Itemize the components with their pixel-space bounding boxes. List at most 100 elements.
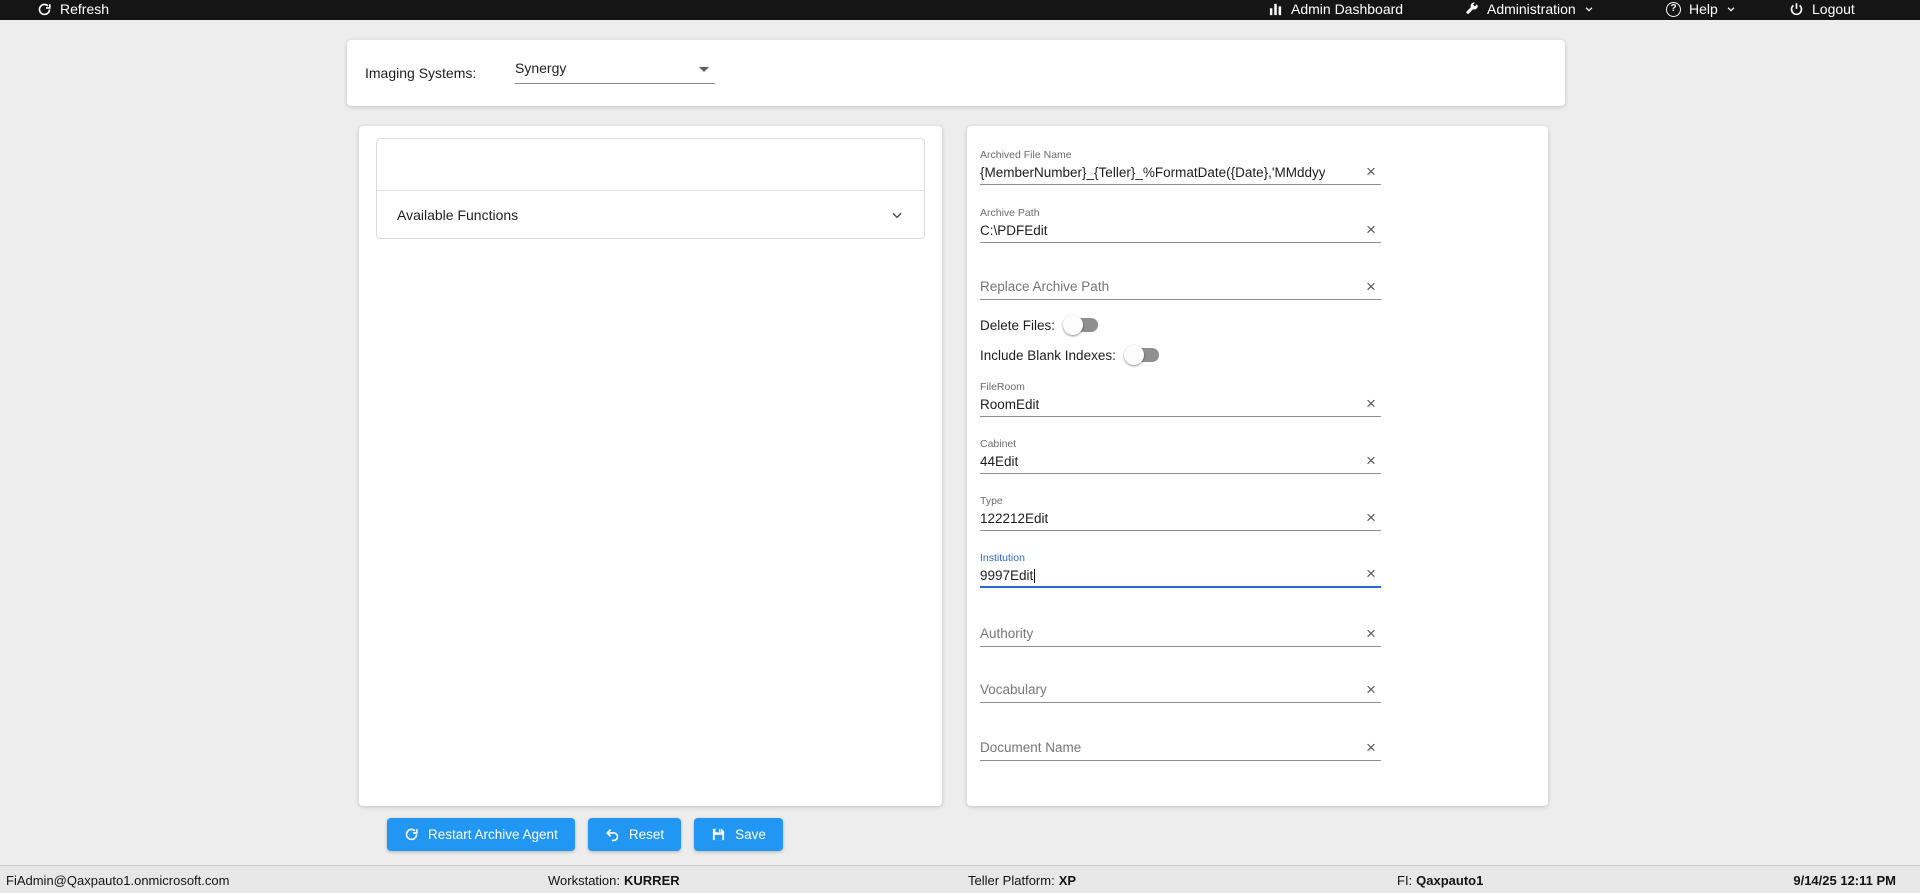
datetime-status: 9/14/25 12:11 PM (1793, 873, 1896, 888)
clear-button[interactable]: × (1361, 393, 1381, 413)
logout-label: Logout (1812, 1, 1855, 17)
field-value: C:\PDFEdit (980, 223, 1048, 239)
clear-button[interactable]: × (1361, 507, 1381, 527)
chevron-down-icon (1726, 4, 1736, 14)
clear-button[interactable]: × (1361, 623, 1381, 643)
archive-settings-card: Archived File Name {MemberNumber}_{Telle… (967, 126, 1548, 806)
refresh-button[interactable]: Refresh (37, 0, 109, 20)
save-label: Save (735, 827, 766, 842)
top-navigation-bar: Refresh Admin Dashboard Administration ?… (0, 0, 1920, 20)
reset-button[interactable]: Reset (588, 818, 681, 851)
field-cabinet[interactable]: Cabinet 44Edit × (980, 438, 1381, 474)
imaging-system-select[interactable]: Synergy (515, 53, 715, 84)
field-vocabulary[interactable]: Vocabulary × (980, 667, 1381, 703)
save-icon (711, 827, 726, 842)
field-authority[interactable]: Authority × (980, 611, 1381, 647)
field-placeholder: Vocabulary (980, 682, 1047, 697)
status-bar: FiAdmin@Qaxpauto1.onmicrosoft.com Workst… (0, 865, 1920, 893)
power-icon (1789, 2, 1804, 17)
field-archived-file-name[interactable]: Archived File Name {MemberNumber}_{Telle… (980, 149, 1381, 185)
refresh-icon (37, 2, 52, 17)
toggle-knob (1063, 315, 1083, 335)
available-functions-label: Available Functions (397, 207, 518, 223)
include-blank-indexes-toggle[interactable] (1126, 348, 1159, 362)
dashboard-icon (1268, 2, 1283, 17)
refresh-icon (404, 827, 419, 842)
field-archive-path[interactable]: Archive Path C:\PDFEdit × (980, 207, 1381, 243)
clear-button[interactable]: × (1361, 737, 1381, 757)
clear-icon: × (1366, 680, 1376, 699)
save-button[interactable]: Save (694, 818, 783, 851)
field-institution[interactable]: Institution 9997Edit × (980, 552, 1381, 588)
field-type[interactable]: Type 122212Edit × (980, 495, 1381, 531)
clear-button[interactable]: × (1361, 450, 1381, 470)
toggle-knob (1124, 345, 1144, 365)
administration-label: Administration (1487, 1, 1576, 17)
clear-button[interactable]: × (1361, 161, 1381, 181)
clear-icon: × (1366, 277, 1376, 296)
include-blank-indexes-toggle-row: Include Blank Indexes: (980, 343, 1159, 367)
wrench-icon (1464, 2, 1479, 17)
field-placeholder: Authority (980, 626, 1033, 641)
admin-dashboard-label: Admin Dashboard (1291, 1, 1403, 17)
clear-icon: × (1366, 394, 1376, 413)
logged-in-user: FiAdmin@Qaxpauto1.onmicrosoft.com (6, 873, 229, 888)
clear-icon: × (1366, 162, 1376, 181)
clear-icon: × (1366, 624, 1376, 643)
fi-status: FI:Qaxpauto1 (1397, 873, 1483, 888)
administration-menu[interactable]: Administration (1464, 0, 1594, 20)
field-placeholder: Document Name (980, 740, 1081, 755)
teller-platform-status: Teller Platform:XP (968, 873, 1076, 888)
field-placeholder: Replace Archive Path (980, 279, 1109, 294)
help-label: Help (1689, 1, 1718, 17)
field-value: {MemberNumber}_{Teller}_%FormatDate({Dat… (980, 165, 1325, 181)
field-label: Cabinet (980, 438, 1381, 451)
functions-panel-header-area (377, 139, 924, 191)
clear-icon: × (1366, 564, 1376, 583)
clear-icon: × (1366, 451, 1376, 470)
delete-files-toggle-row: Delete Files: (980, 313, 1098, 337)
field-replace-archive-path[interactable]: Replace Archive Path × (980, 264, 1381, 300)
restart-archive-agent-button[interactable]: Restart Archive Agent (387, 818, 575, 851)
field-label: Institution (980, 552, 1381, 565)
chevron-down-icon (1584, 4, 1594, 14)
functions-panel: Available Functions (376, 138, 925, 239)
refresh-label: Refresh (60, 1, 109, 17)
clear-button[interactable]: × (1361, 219, 1381, 239)
field-value: RoomEdit (980, 397, 1039, 413)
help-icon: ? (1666, 2, 1681, 17)
text-cursor (1034, 569, 1035, 583)
clear-button[interactable]: × (1361, 276, 1381, 296)
field-fileroom[interactable]: FileRoom RoomEdit × (980, 381, 1381, 417)
delete-files-toggle[interactable] (1065, 318, 1098, 332)
field-value: 44Edit (980, 454, 1018, 470)
help-menu[interactable]: ? Help (1666, 0, 1736, 20)
toggle-label: Delete Files: (980, 318, 1055, 333)
field-document-name[interactable]: Document Name × (980, 725, 1381, 761)
field-label: Archive Path (980, 207, 1381, 220)
functions-card: Available Functions (359, 126, 942, 806)
imaging-systems-card: Imaging Systems: Synergy (347, 40, 1565, 106)
chevron-down-icon (890, 208, 904, 222)
field-value: 9997Edit (980, 568, 1033, 584)
available-functions-expander[interactable]: Available Functions (377, 191, 924, 239)
undo-icon (605, 827, 620, 842)
toggle-label: Include Blank Indexes: (980, 348, 1116, 363)
clear-button[interactable]: × (1361, 563, 1381, 583)
action-button-row: Restart Archive Agent Reset Save (387, 818, 783, 851)
workstation-status: Workstation:KURRER (548, 873, 680, 888)
clear-icon: × (1366, 508, 1376, 527)
clear-icon: × (1366, 738, 1376, 757)
clear-icon: × (1366, 220, 1376, 239)
clear-button[interactable]: × (1361, 679, 1381, 699)
field-label: FileRoom (980, 381, 1381, 394)
imaging-system-selected-value: Synergy (515, 60, 715, 76)
field-value: 122212Edit (980, 511, 1048, 527)
field-label: Archived File Name (980, 149, 1381, 162)
field-label: Type (980, 495, 1381, 508)
dropdown-caret-icon (699, 67, 709, 72)
imaging-systems-label: Imaging Systems: (365, 65, 476, 81)
restart-archive-agent-label: Restart Archive Agent (428, 827, 558, 842)
logout-button[interactable]: Logout (1789, 0, 1855, 20)
admin-dashboard-button[interactable]: Admin Dashboard (1268, 0, 1403, 20)
